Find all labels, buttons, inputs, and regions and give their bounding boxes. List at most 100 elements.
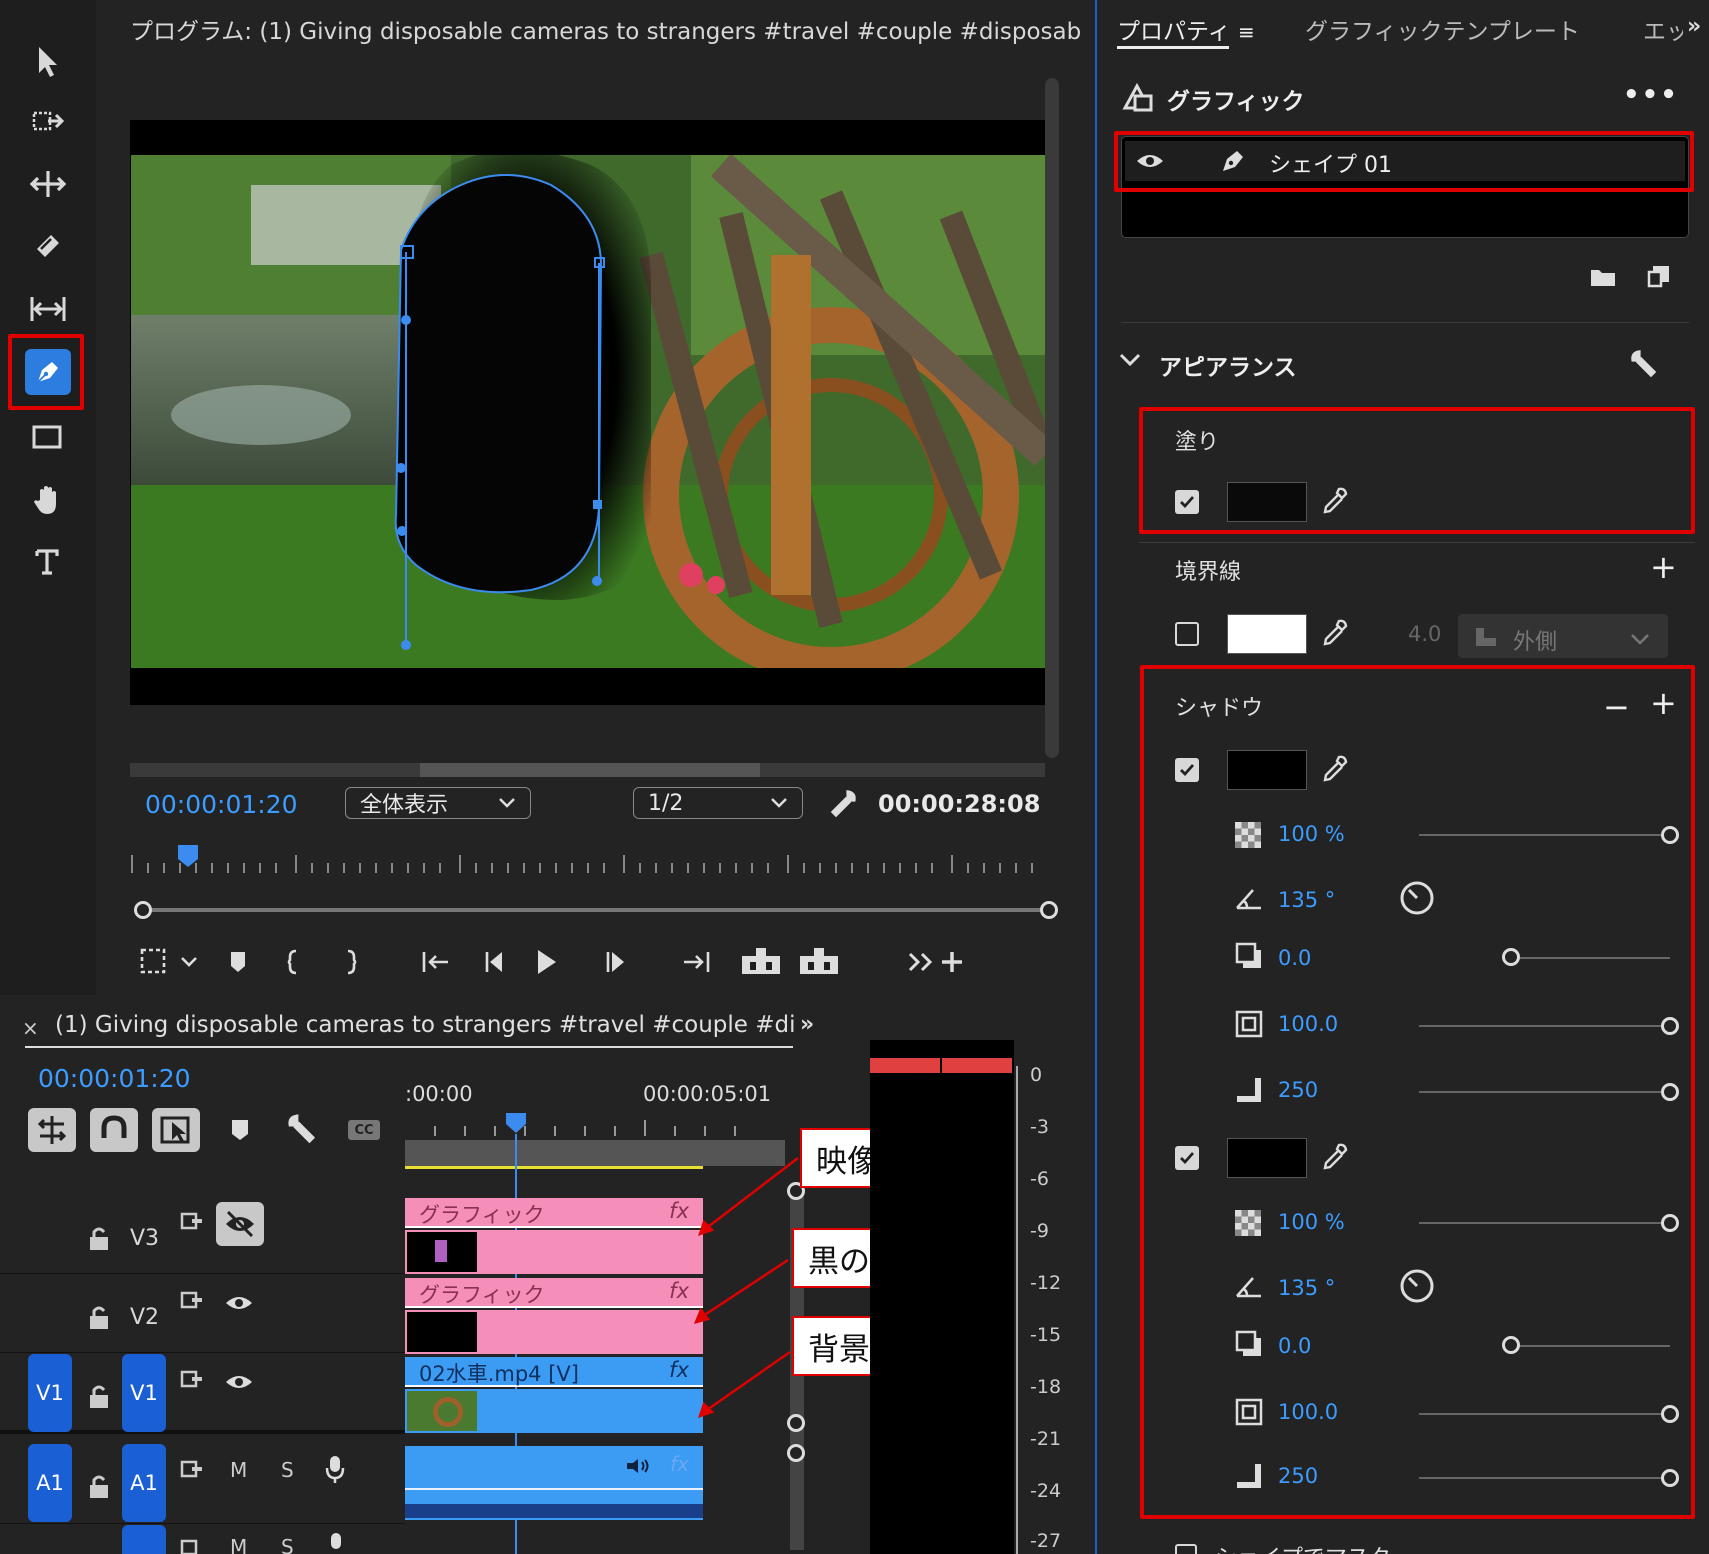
shadow-2-opacity-value[interactable]: 100 % [1278, 1210, 1345, 1234]
clip-a1-audio[interactable]: fx [405, 1446, 703, 1520]
shadow-2-checkbox[interactable] [1175, 1146, 1199, 1170]
ripple-edit-tool[interactable] [20, 158, 76, 210]
clip-v2-graphic-body[interactable] [405, 1310, 703, 1354]
appearance-wrench-icon[interactable] [1629, 348, 1659, 382]
eyedropper-icon[interactable] [1321, 618, 1349, 652]
sync-lock-icon[interactable] [180, 1289, 204, 1315]
eyedropper-icon[interactable] [1321, 486, 1349, 520]
fill-color-swatch[interactable] [1227, 482, 1307, 522]
stroke-position-dropdown[interactable]: 外側 [1458, 614, 1668, 658]
shadow-2-size-knob[interactable] [1661, 1405, 1679, 1423]
appearance-collapse-chevron-icon[interactable] [1119, 352, 1141, 372]
more-tabs-icon[interactable]: » [800, 1012, 814, 1037]
eyedropper-icon[interactable] [1321, 1142, 1349, 1176]
shadow-2-distance-value[interactable]: 0.0 [1278, 1334, 1311, 1358]
new-group-folder-icon[interactable] [1589, 266, 1617, 292]
shadow-1-blur-value[interactable]: 250 [1278, 1078, 1318, 1102]
track-target-v1[interactable]: V1 [122, 1354, 166, 1432]
shadow-1-checkbox[interactable] [1175, 758, 1199, 782]
more-options-icon[interactable]: ••• [1623, 80, 1679, 110]
slip-tool[interactable] [20, 282, 76, 334]
fill-checkbox[interactable] [1175, 490, 1199, 514]
track-select-tool[interactable] [20, 96, 76, 148]
sync-lock-icon[interactable] [180, 1210, 204, 1236]
lock-icon[interactable] [88, 1474, 110, 1504]
pen-tool[interactable] [20, 346, 76, 398]
shadow-2-angle-dial[interactable] [1399, 1268, 1435, 1308]
sync-lock-icon[interactable] [180, 1458, 204, 1484]
horizontal-scrollbar-thumb[interactable] [420, 763, 760, 777]
voice-over-record-icon[interactable] [324, 1454, 346, 1488]
shadow-2-angle-value[interactable]: 135 ° [1278, 1276, 1335, 1300]
shadow-1-blur-slider[interactable] [1419, 1091, 1669, 1093]
add-stroke-plus-icon[interactable]: + [1650, 548, 1677, 586]
toggle-track-output-eye-icon[interactable] [224, 1293, 254, 1317]
toggle-track-output-eye-icon[interactable] [224, 1372, 254, 1396]
zoom-range-bar[interactable] [136, 908, 1048, 912]
mask-with-shape-checkbox[interactable] [1175, 1544, 1197, 1554]
timeline-settings-wrench-icon[interactable] [286, 1112, 318, 1148]
solo-track-button[interactable]: S [281, 1458, 294, 1482]
playhead-handle[interactable] [505, 1112, 527, 1134]
track-target-a1[interactable]: A1 [122, 1444, 166, 1522]
program-time-ruler[interactable] [130, 845, 1050, 875]
close-tab-icon[interactable]: × [22, 1016, 39, 1040]
clip-v1-video-body[interactable] [405, 1389, 703, 1433]
shadow-1-size-knob[interactable] [1661, 1017, 1679, 1035]
lock-icon[interactable] [88, 1226, 110, 1256]
program-current-timecode[interactable]: 00:00:01:20 [145, 790, 298, 819]
stroke-width-value[interactable]: 4.0 [1408, 622, 1441, 646]
shadow-1-blur-knob[interactable] [1661, 1083, 1679, 1101]
type-tool[interactable] [20, 536, 76, 588]
more-tabs-icon[interactable]: » [1687, 14, 1701, 39]
rectangle-tool[interactable] [20, 412, 76, 464]
shadow-1-color-swatch[interactable] [1227, 750, 1307, 790]
shadow-1-distance-slider[interactable] [1520, 957, 1670, 959]
razor-tool[interactable] [20, 220, 76, 272]
shadow-2-blur-slider[interactable] [1419, 1477, 1669, 1479]
shadow-2-distance-knob[interactable] [1502, 1336, 1520, 1354]
mute-track-button[interactable]: M [230, 1458, 247, 1482]
shadow-1-opacity-value[interactable]: 100 % [1278, 822, 1345, 846]
zoom-range-end-handle[interactable] [1040, 901, 1058, 919]
tab-properties[interactable]: プロパティ ≡ [1117, 12, 1255, 46]
add-shadow-plus-icon[interactable]: + [1650, 684, 1677, 722]
toggle-track-output-eye-off-icon[interactable] [216, 1202, 264, 1246]
shadow-2-distance-slider[interactable] [1520, 1345, 1670, 1347]
shadow-2-blur-value[interactable]: 250 [1278, 1464, 1318, 1488]
mute-track-button[interactable]: M [230, 1535, 247, 1554]
zoom-level-dropdown[interactable]: 全体表示 [345, 787, 531, 819]
shadow-2-opacity-knob[interactable] [1661, 1214, 1679, 1232]
sequence-tab-title[interactable]: (1) Giving disposable cameras to strange… [55, 1012, 795, 1038]
shadow-1-size-value[interactable]: 100.0 [1278, 1012, 1338, 1036]
captions-cc-icon[interactable]: CC [348, 1120, 380, 1140]
shadow-1-distance-knob[interactable] [1502, 948, 1520, 966]
wrench-icon[interactable] [828, 788, 858, 822]
shadow-1-opacity-knob[interactable] [1661, 826, 1679, 844]
timeline-current-timecode[interactable]: 00:00:01:20 [38, 1064, 191, 1093]
new-layer-icon[interactable] [1647, 264, 1671, 292]
shadow-1-angle-value[interactable]: 135 ° [1278, 888, 1335, 912]
selection-tool[interactable] [20, 36, 76, 88]
clip-v3-graphic-body[interactable] [405, 1230, 703, 1274]
snap-magnet-button[interactable] [90, 1108, 138, 1152]
shadow-1-angle-dial[interactable] [1399, 880, 1435, 920]
program-video-image[interactable] [131, 155, 1045, 668]
shadow-2-color-swatch[interactable] [1227, 1138, 1307, 1178]
shadow-2-size-slider[interactable] [1419, 1413, 1669, 1415]
clip-v3-graphic-header[interactable]: グラフィック fx [405, 1198, 703, 1228]
zoom-range-start-handle[interactable] [134, 901, 152, 919]
solo-track-button[interactable]: S [281, 1535, 294, 1554]
clip-v2-graphic-header[interactable]: グラフィック fx [405, 1278, 703, 1308]
voice-over-record-icon[interactable] [326, 1531, 346, 1554]
scroll-handle-bottom[interactable] [787, 1444, 805, 1462]
nest-toggle-button[interactable] [28, 1108, 76, 1152]
shadow-2-size-value[interactable]: 100.0 [1278, 1400, 1338, 1424]
shadow-1-size-slider[interactable] [1419, 1025, 1669, 1027]
stroke-checkbox[interactable] [1175, 622, 1199, 646]
tab-effects[interactable]: エッ [1643, 12, 1683, 46]
remove-shadow-minus-icon[interactable]: − [1603, 688, 1630, 726]
hand-tool[interactable] [20, 474, 76, 526]
linked-selection-button[interactable] [152, 1108, 200, 1152]
clip-v1-video-header[interactable]: 02水車.mp4 [V] fx [405, 1357, 703, 1387]
